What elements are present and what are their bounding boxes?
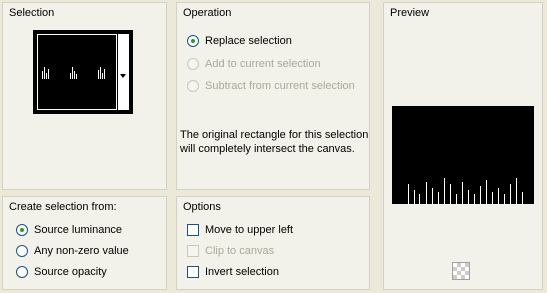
selection-thumbnail	[37, 34, 117, 110]
image-pixel-column	[72, 67, 73, 79]
radio-button[interactable]	[187, 80, 199, 92]
image-pixel-column	[432, 188, 433, 204]
create-from-panel-title: Create selection from:	[9, 201, 117, 213]
image-pixel-column	[76, 74, 77, 79]
checkbox[interactable]	[187, 266, 199, 278]
image-pixel-column	[44, 67, 45, 79]
operation-panel: Operation	[176, 2, 370, 190]
radio-label: Source opacity	[34, 266, 107, 278]
checkbox[interactable]	[187, 245, 199, 257]
checkbox-invert-selection[interactable]: Invert selection	[187, 266, 279, 278]
radio-label: Add to current selection	[205, 58, 321, 70]
preview-panel-title: Preview	[390, 7, 430, 19]
radio-add-to-selection[interactable]: Add to current selection	[187, 58, 321, 70]
image-pixel-column	[42, 71, 43, 79]
image-pixel-column	[486, 180, 487, 204]
radio-subtract-from-selection[interactable]: Subtract from current selection	[187, 80, 355, 92]
radio-any-non-zero-value[interactable]: Any non-zero value	[16, 245, 129, 257]
radio-button[interactable]	[16, 245, 28, 257]
image-pixel-column	[504, 194, 505, 204]
radio-label: Subtract from current selection	[205, 80, 355, 92]
image-pixel-column	[419, 194, 420, 204]
preview-image-content	[392, 174, 534, 204]
image-pixel-column	[426, 182, 427, 204]
image-pixel-column	[450, 184, 451, 204]
selection-panel-title: Selection	[9, 7, 55, 19]
radio-label: Any non-zero value	[34, 245, 129, 257]
image-pixel-column	[492, 192, 493, 204]
radio-source-opacity[interactable]: Source opacity	[16, 266, 107, 278]
image-pixel-column	[102, 73, 103, 79]
image-pixel-column	[462, 182, 463, 204]
options-panel-title: Options	[183, 201, 221, 213]
intersection-info-text: The original rectangle for this selectio…	[180, 129, 369, 155]
image-pixel-column	[474, 194, 475, 204]
image-pixel-column	[46, 73, 47, 79]
selection-dropdown-button[interactable]	[117, 34, 129, 110]
image-pixel-column	[444, 178, 445, 204]
image-pixel-column	[74, 71, 75, 79]
checkbox-label: Clip to canvas	[205, 245, 275, 257]
image-pixel-column	[70, 73, 71, 79]
transparency-checkerboard-icon[interactable]	[452, 262, 470, 280]
chevron-down-icon	[120, 74, 126, 78]
image-pixel-column	[522, 192, 523, 204]
image-pixel-column	[498, 188, 499, 204]
image-pixel-column	[100, 67, 101, 79]
image-pixel-column	[48, 69, 49, 79]
radio-button[interactable]	[16, 266, 28, 278]
radio-button[interactable]	[16, 224, 28, 236]
radio-source-luminance[interactable]: Source luminance	[16, 224, 122, 236]
checkbox-move-to-upper-left[interactable]: Move to upper left	[187, 224, 293, 236]
radio-label: Replace selection	[205, 35, 292, 47]
selection-source-dropdown[interactable]	[33, 30, 133, 114]
image-pixel-column	[104, 69, 105, 79]
radio-button[interactable]	[187, 35, 199, 47]
checkbox-label: Invert selection	[205, 266, 279, 278]
checkbox[interactable]	[187, 224, 199, 236]
image-pixel-column	[408, 184, 409, 204]
checkbox-clip-to-canvas[interactable]: Clip to canvas	[187, 245, 274, 257]
radio-button[interactable]	[187, 58, 199, 70]
radio-replace-selection[interactable]: Replace selection	[187, 35, 292, 47]
radio-label: Source luminance	[34, 224, 123, 236]
operation-panel-title: Operation	[183, 7, 232, 19]
image-pixel-column	[468, 190, 469, 204]
image-pixel-column	[480, 186, 481, 204]
checkbox-label: Move to upper left	[205, 224, 294, 236]
image-pixel-column	[510, 184, 511, 204]
image-pixel-column	[456, 194, 457, 204]
preview-image	[392, 106, 534, 204]
image-pixel-column	[516, 178, 517, 204]
image-pixel-column	[98, 70, 99, 79]
image-pixel-column	[438, 192, 439, 204]
image-pixel-column	[414, 190, 415, 204]
